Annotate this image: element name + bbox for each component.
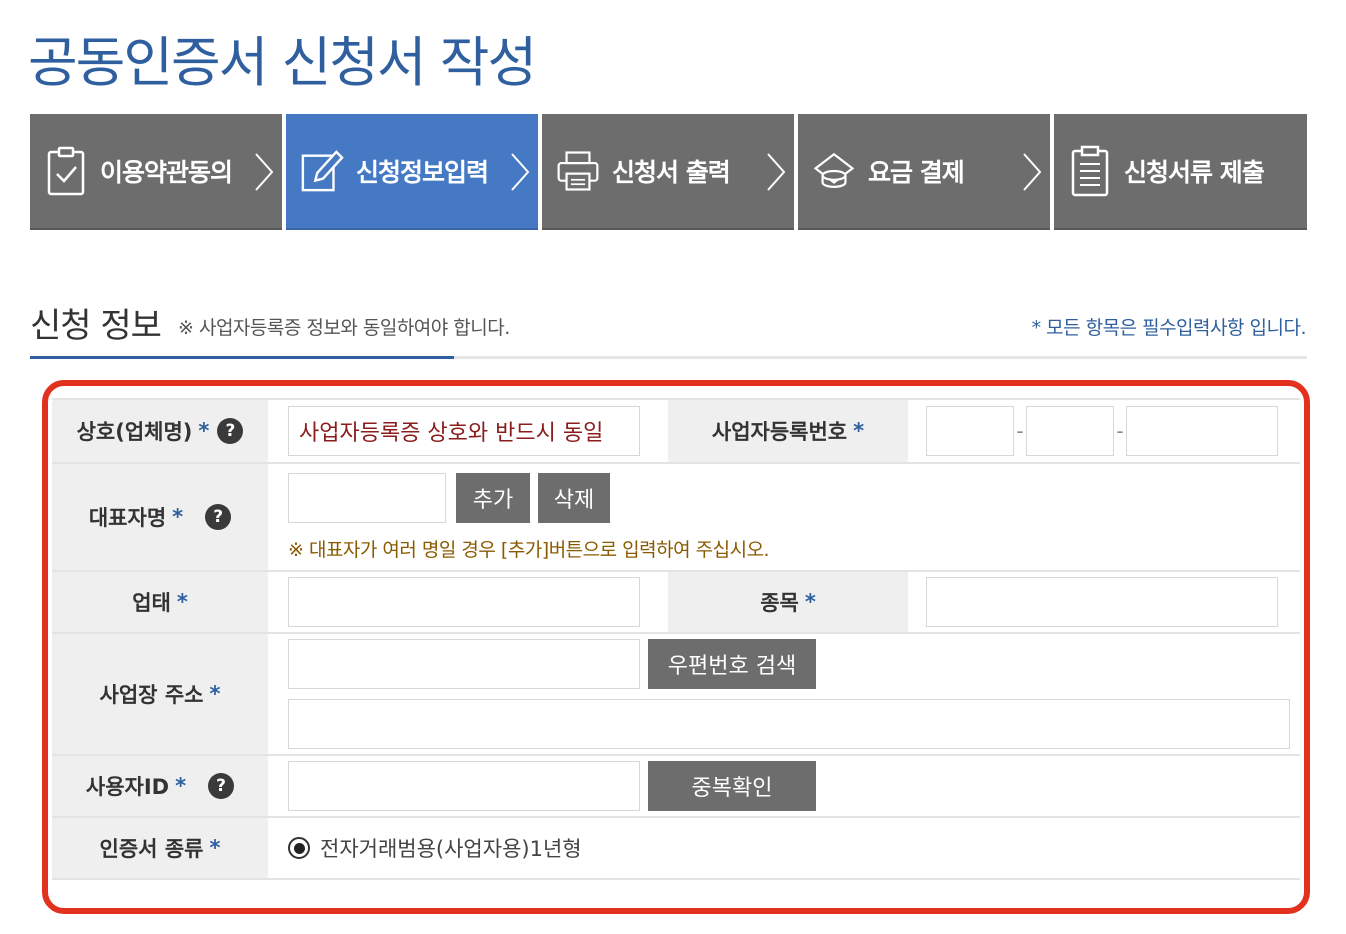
step-info-input: 신청정보입력: [286, 114, 538, 230]
chevron-right-icon: [252, 152, 276, 192]
coins-icon: [812, 144, 856, 198]
pencil-icon: [300, 144, 344, 198]
section-divider-accent: [30, 356, 454, 359]
chevron-right-icon: [508, 152, 532, 192]
step-label-submit: 신청서류 제출: [1124, 158, 1265, 187]
step-label-print: 신청서 출력: [612, 158, 731, 187]
step-label-info-input: 신청정보입력: [356, 158, 489, 187]
printer-icon: [556, 144, 600, 198]
step-bar: 이용약관동의 신청정보입력 신청서 출력 요금 결제 신청서류 제출: [30, 114, 1307, 230]
highlight-frame: [42, 380, 1310, 914]
chevron-right-icon: [764, 152, 788, 192]
step-submit: 신청서류 제출: [1054, 114, 1307, 230]
section-title: 신청 정보: [30, 306, 162, 346]
checklist-icon: [44, 144, 88, 198]
page-title: 공동인증서 신청서 작성: [28, 31, 537, 94]
step-label-terms: 이용약관동의: [100, 158, 233, 187]
step-label-payment: 요금 결제: [868, 158, 965, 187]
step-payment: 요금 결제: [798, 114, 1050, 230]
chevron-right-icon: [1020, 152, 1044, 192]
step-terms: 이용약관동의: [30, 114, 282, 230]
section-note: ※ 사업자등록증 정보와 동일하여야 합니다.: [178, 317, 510, 339]
required-note: * 모든 항목은 필수입력사항 입니다.: [1031, 317, 1307, 339]
document-icon: [1068, 144, 1112, 198]
step-print: 신청서 출력: [542, 114, 794, 230]
